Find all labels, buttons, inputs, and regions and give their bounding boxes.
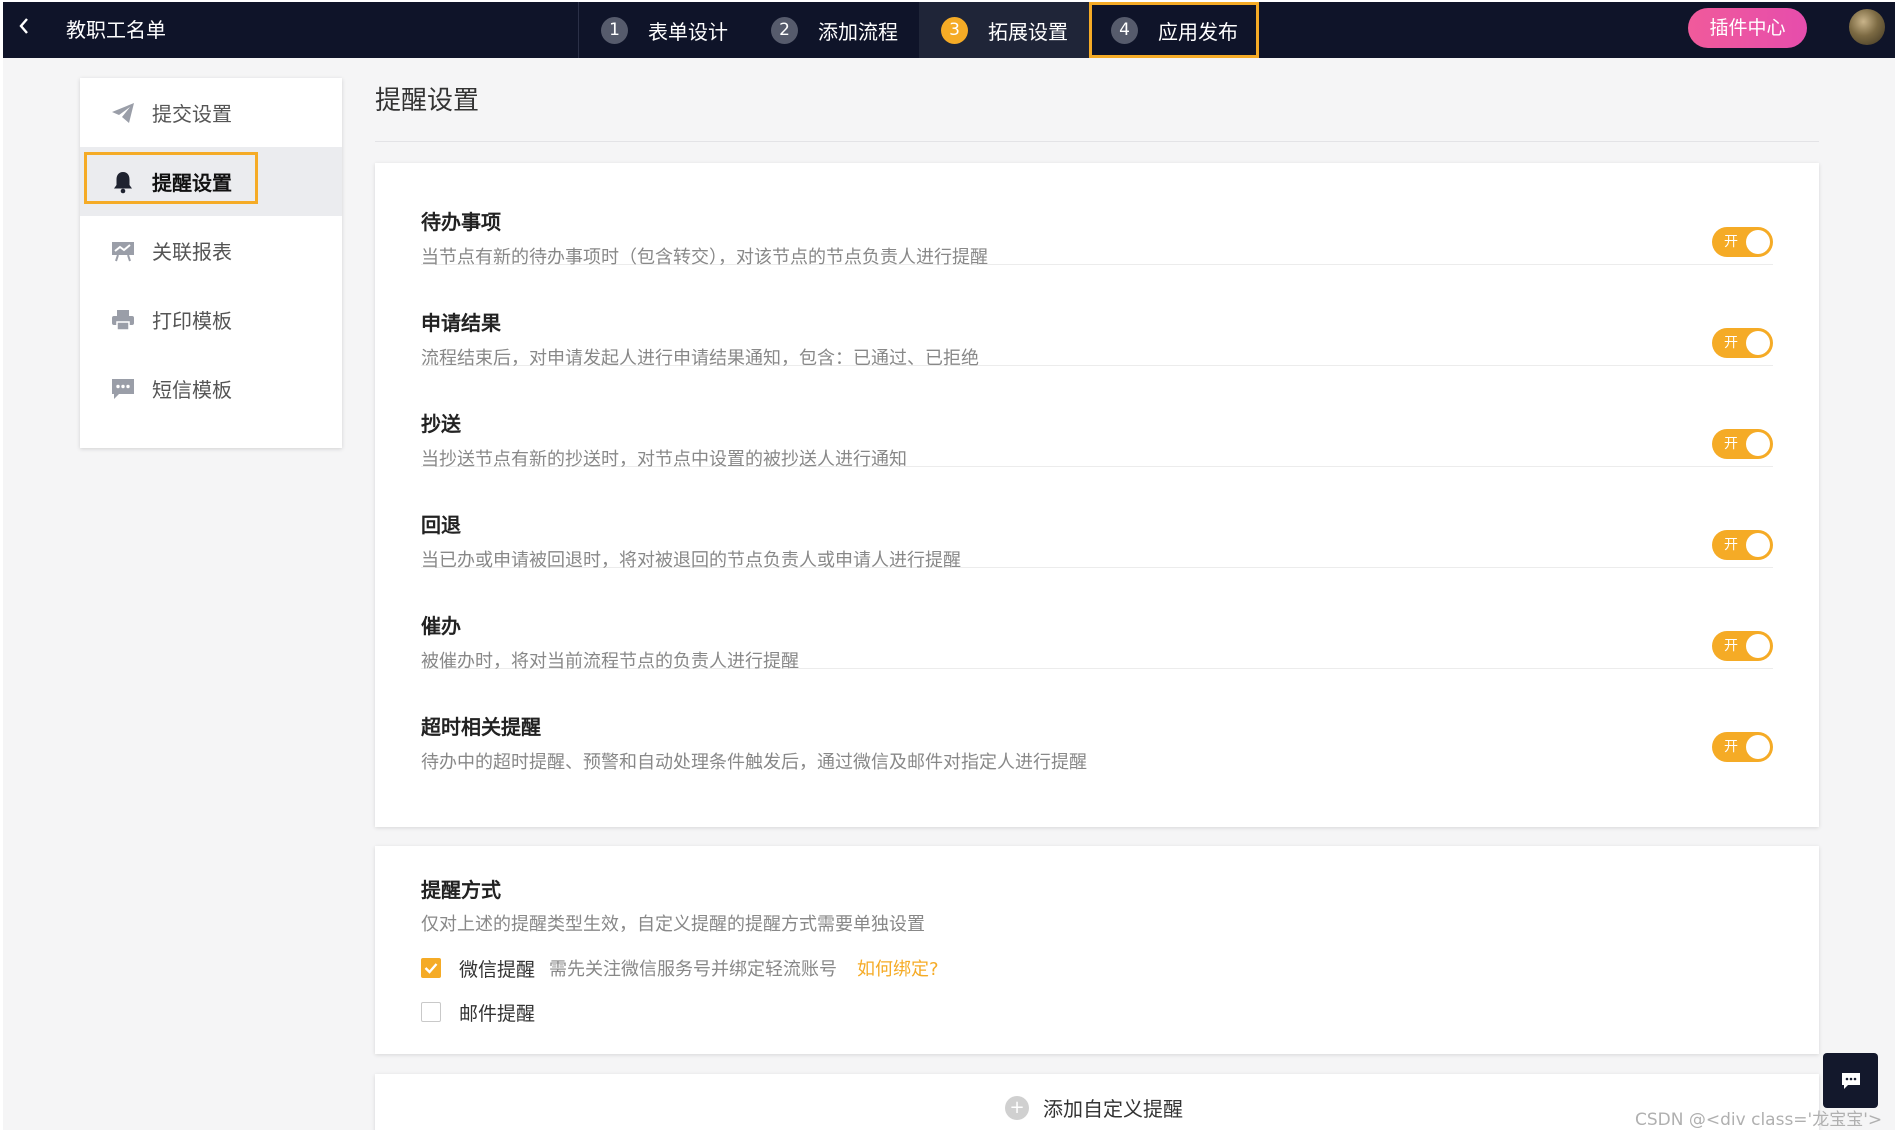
step-app-publish[interactable]: 4 应用发布	[1089, 2, 1259, 58]
wechat-checkbox[interactable]	[421, 958, 441, 978]
toggle-label: 开	[1724, 335, 1738, 351]
step-extension-settings[interactable]: 3 拓展设置	[919, 2, 1089, 58]
step-add-process[interactable]: 2 添加流程	[749, 2, 919, 58]
how-to-bind-link[interactable]: 如何绑定?	[857, 955, 939, 981]
reminder-toggle[interactable]: 开	[1712, 732, 1773, 762]
page-title: 提醒设置	[375, 86, 480, 116]
sidebar-item-submit-settings[interactable]: 提交设置	[80, 78, 342, 147]
toggle-knob	[1746, 432, 1770, 456]
report-icon	[110, 238, 136, 264]
wechat-label: 微信提醒	[459, 958, 536, 981]
email-checkbox[interactable]	[421, 1002, 441, 1022]
wechat-note: 需先关注微信服务号并绑定轻流账号	[549, 959, 838, 980]
step-nav: 1 表单设计 2 添加流程 3 拓展设置 4 应用发布	[578, 2, 1259, 58]
reminder-row-urge: 催办 被催办时，将对当前流程节点的负责人进行提醒 开	[421, 567, 1773, 672]
step-label: 表单设计	[648, 19, 728, 44]
reminder-toggle[interactable]: 开	[1712, 227, 1773, 257]
plus-icon: +	[1005, 1095, 1029, 1120]
reminder-toggle[interactable]: 开	[1712, 631, 1773, 661]
plugin-center-button[interactable]: 插件中心	[1688, 8, 1807, 48]
reminder-row-timeout: 超时相关提醒 待办中的超时提醒、预警和自动处理条件触发后，通过微信及邮件对指定人…	[421, 668, 1773, 773]
reminder-title: 待办事项	[421, 210, 501, 234]
step-number: 2	[771, 16, 798, 44]
chevron-left-icon	[19, 18, 28, 34]
email-reminder-option: 邮件提醒	[421, 1000, 536, 1025]
reminder-row-result: 申请结果 流程结束后，对申请发起人进行申请结果通知，包含：已通过、已拒绝 开	[421, 264, 1773, 369]
sidebar-item-print-template[interactable]: 打印模板	[80, 285, 342, 354]
reminder-types-card: 待办事项 当节点有新的待办事项时（包含转交），对该节点的节点负责人进行提醒 开 …	[375, 163, 1819, 827]
divider	[375, 141, 1819, 142]
toggle-knob	[1746, 634, 1770, 658]
toggle-label: 开	[1724, 638, 1738, 654]
check-icon	[424, 963, 438, 974]
sidebar-item-label: 关联报表	[152, 240, 232, 264]
add-custom-card: + 添加自定义提醒	[375, 1074, 1819, 1130]
reminder-desc: 待办中的超时提醒、预警和自动处理条件触发后，通过微信及邮件对指定人进行提醒	[421, 752, 1087, 773]
reminder-title: 催办	[421, 614, 461, 638]
toggle-knob	[1746, 331, 1770, 355]
sidebar-item-label: 打印模板	[152, 309, 232, 333]
step-form-design[interactable]: 1 表单设计	[579, 2, 749, 58]
step-label: 应用发布	[1158, 19, 1238, 44]
add-custom-label: 添加自定义提醒	[1043, 1097, 1183, 1121]
chat-icon	[1841, 1072, 1860, 1089]
reminder-toggle[interactable]: 开	[1712, 429, 1773, 459]
toggle-label: 开	[1724, 436, 1738, 452]
reminder-toggle[interactable]: 开	[1712, 328, 1773, 358]
toggle-label: 开	[1724, 234, 1738, 250]
step-number: 3	[941, 16, 968, 44]
avatar[interactable]	[1849, 9, 1885, 45]
watermark: CSDN @<div class='龙宝宝'>	[1635, 1110, 1883, 1130]
add-custom-reminder-button[interactable]: + 添加自定义提醒	[1005, 1093, 1183, 1122]
printer-icon	[110, 307, 136, 333]
reminder-toggle[interactable]: 开	[1712, 530, 1773, 560]
reminder-row-cc: 抄送 当抄送节点有新的抄送时，对节点中设置的被抄送人进行通知 开	[421, 365, 1773, 470]
toggle-knob	[1746, 735, 1770, 759]
toggle-label: 开	[1724, 537, 1738, 553]
highlight-frame	[84, 152, 258, 204]
wechat-reminder-option: 微信提醒 需先关注微信服务号并绑定轻流账号 如何绑定?	[421, 955, 939, 981]
toggle-knob	[1746, 533, 1770, 557]
sms-icon	[110, 376, 136, 402]
method-title: 提醒方式	[421, 878, 501, 902]
step-number: 1	[601, 16, 628, 44]
back-button[interactable]	[13, 16, 35, 42]
sidebar-item-linked-report[interactable]: 关联报表	[80, 216, 342, 285]
step-number: 4	[1111, 16, 1138, 44]
reminder-title: 申请结果	[421, 311, 501, 335]
top-bar: 教职工名单 1 表单设计 2 添加流程 3 拓展设置 4 应用发布 插件中心	[3, 2, 1895, 58]
send-icon	[110, 100, 136, 126]
toggle-knob	[1746, 230, 1770, 254]
toggle-label: 开	[1724, 739, 1738, 755]
reminder-title: 超时相关提醒	[421, 715, 541, 739]
app-title: 教职工名单	[66, 18, 166, 42]
step-label: 添加流程	[818, 19, 898, 44]
reminder-method-card: 提醒方式 仅对上述的提醒类型生效，自定义提醒的提醒方式需要单独设置 微信提醒 需…	[375, 846, 1819, 1054]
app-frame: 教职工名单 1 表单设计 2 添加流程 3 拓展设置 4 应用发布 插件中心 提…	[3, 2, 1895, 1130]
settings-sidebar: 提交设置 提醒设置 关联报表 打印模板 短信模板	[80, 78, 342, 448]
sidebar-item-reminder-settings[interactable]: 提醒设置	[80, 147, 342, 216]
reminder-row-rollback: 回退 当已办或申请被回退时，将对被退回的节点负责人或申请人进行提醒 开	[421, 466, 1773, 571]
step-label: 拓展设置	[988, 19, 1068, 44]
chat-button[interactable]	[1823, 1053, 1878, 1108]
sidebar-item-sms-template[interactable]: 短信模板	[80, 354, 342, 423]
sidebar-item-label: 短信模板	[152, 378, 232, 402]
reminder-title: 抄送	[421, 412, 461, 436]
reminder-title: 回退	[421, 513, 461, 537]
reminder-row-todo: 待办事项 当节点有新的待办事项时（包含转交），对该节点的节点负责人进行提醒 开	[421, 163, 1773, 268]
method-desc: 仅对上述的提醒类型生效，自定义提醒的提醒方式需要单独设置	[421, 914, 925, 935]
email-label: 邮件提醒	[459, 1002, 536, 1025]
sidebar-item-label: 提交设置	[152, 102, 232, 126]
